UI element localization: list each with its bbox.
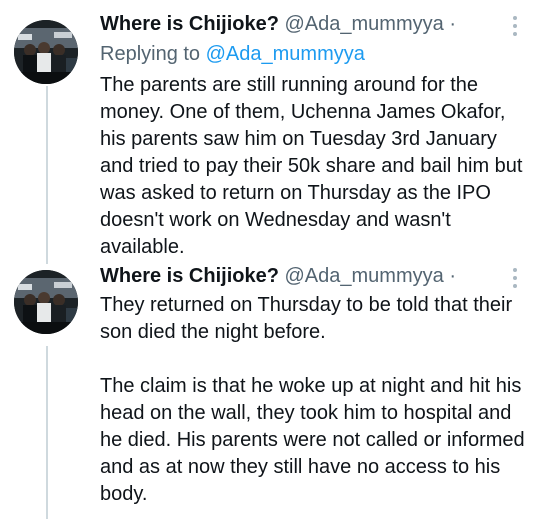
display-name[interactable]: Where is Chijioke? bbox=[100, 265, 279, 287]
profile-photo-icon[interactable] bbox=[14, 20, 78, 84]
replying-to: Replying to @Ada_mummyya bbox=[100, 42, 365, 66]
profile-photo-icon[interactable] bbox=[14, 270, 78, 334]
separator-dot: · bbox=[449, 265, 456, 287]
user-handle[interactable]: @Ada_mummyya bbox=[285, 13, 444, 35]
more-options-icon[interactable] bbox=[512, 268, 518, 290]
separator-dot: · bbox=[449, 13, 456, 35]
thread-line bbox=[46, 346, 48, 519]
more-options-icon[interactable] bbox=[512, 16, 518, 38]
display-name[interactable]: Where is Chijioke? bbox=[100, 13, 279, 35]
user-handle[interactable]: @Ada_mummyya bbox=[285, 265, 444, 287]
replying-to-mention[interactable]: @Ada_mummyya bbox=[206, 43, 365, 65]
tweet-header: Where is Chijioke? @Ada_mummyya · bbox=[100, 264, 456, 288]
tweet-text: The parents are still running around for… bbox=[100, 74, 523, 258]
tweet-header: Where is Chijioke? @Ada_mummyya · bbox=[100, 12, 456, 36]
replying-to-label: Replying to bbox=[100, 43, 201, 65]
tweet-text: They returned on Thursday to be told tha… bbox=[100, 294, 525, 505]
thread-line bbox=[46, 86, 48, 264]
